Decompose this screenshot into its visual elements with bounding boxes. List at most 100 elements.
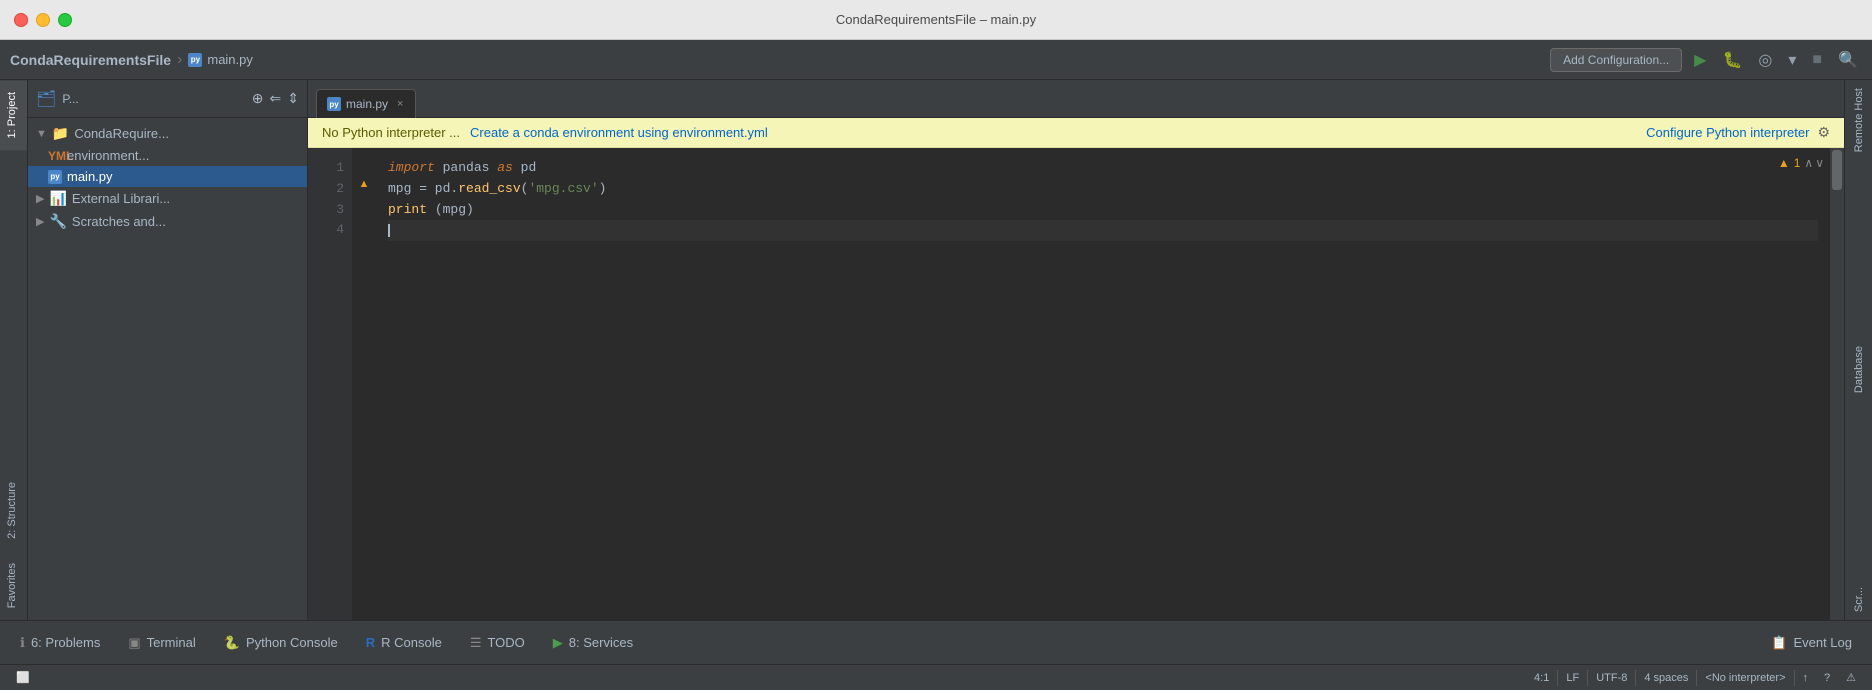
sidebar-item-project[interactable]: 1: Project	[0, 80, 27, 150]
search-button[interactable]: 🔍	[1834, 48, 1862, 72]
line-separator[interactable]: LF	[1558, 672, 1587, 684]
string-mpg-csv: 'mpg.csv'	[528, 181, 598, 196]
collapse-arrow-icon: ▶	[36, 192, 44, 205]
line-number-1: 1	[308, 158, 344, 179]
tree-item-external-libs[interactable]: ▶ 📊 External Librari...	[28, 187, 307, 210]
coverage-button[interactable]: ◎	[1754, 48, 1776, 72]
database-tab[interactable]: Database	[1849, 338, 1869, 401]
create-conda-link[interactable]: Create a conda environment using environ…	[470, 125, 768, 140]
scrollbar-thumb[interactable]	[1832, 150, 1842, 190]
bottom-tab-label: R Console	[381, 635, 442, 650]
bottom-toolbar: ℹ 6: Problems ▣ Terminal 🐍 Python Consol…	[0, 620, 1872, 664]
indent-setting[interactable]: 4 spaces	[1636, 672, 1696, 684]
panel-header-actions: ⊕ ⇐ ⇕	[252, 90, 299, 107]
alert-icon: ⚠	[1846, 671, 1856, 684]
sidebar-item-structure[interactable]: 2: Structure	[0, 470, 27, 551]
window-controls[interactable]	[14, 13, 72, 27]
code-line-2: mpg = pd.read_csv('mpg.csv')	[388, 179, 1818, 200]
tree-item-mainpy[interactable]: py main.py	[28, 166, 307, 187]
breadcrumb-file-name: main.py	[207, 52, 253, 67]
status-bar: ⬜ 4:1 LF UTF-8 4 spaces <No interpreter>…	[0, 664, 1872, 690]
text-cursor	[388, 224, 390, 237]
notification-actions: Configure Python interpreter ⚙	[1646, 124, 1830, 141]
panel-add-icon[interactable]: ⊕	[252, 90, 264, 107]
keyword-import: import	[388, 160, 435, 175]
add-configuration-button[interactable]: Add Configuration...	[1550, 48, 1682, 72]
main-toolbar: CondaRequirementsFile › py main.py Add C…	[0, 40, 1872, 80]
editor-tab-mainpy[interactable]: py main.py ×	[316, 89, 416, 118]
close-button[interactable]	[14, 13, 28, 27]
maximize-button[interactable]	[58, 13, 72, 27]
lib-icon: 📊	[49, 190, 66, 207]
function-read-csv: read_csv	[458, 181, 520, 196]
tree-item-label: main.py	[67, 169, 113, 184]
status-expand-button[interactable]: ⬜	[8, 665, 38, 690]
warning-nav-down-icon[interactable]: ∨	[1815, 156, 1824, 170]
tree-item-label: External Librari...	[72, 191, 170, 206]
project-breadcrumb[interactable]: CondaRequirementsFile	[10, 52, 171, 68]
warning-nav-arrows[interactable]: ∧ ∨	[1804, 156, 1824, 170]
run-button[interactable]: ▶	[1690, 48, 1710, 72]
bottom-tab-label: 6: Problems	[31, 635, 100, 650]
todo-icon: ☰	[470, 635, 482, 651]
bottom-tab-label: Python Console	[246, 635, 338, 650]
tab-close-button[interactable]: ×	[397, 98, 403, 110]
bottom-tab-label: Terminal	[147, 635, 196, 650]
file-breadcrumb: py main.py	[188, 52, 253, 67]
minimize-button[interactable]	[36, 13, 50, 27]
bottom-tab-label: 8: Services	[569, 635, 633, 650]
bottom-tab-event-log[interactable]: 📋 Event Log	[1757, 629, 1866, 657]
alert-icon-btn[interactable]: ⚠	[1838, 671, 1864, 684]
line-number-2: 2	[308, 179, 344, 200]
tree-item-root[interactable]: ▼ 📁 CondaRequire...	[28, 122, 307, 145]
bottom-tab-r-console[interactable]: R R Console	[352, 629, 456, 656]
scratches-icon: 🔧	[49, 213, 66, 230]
tab-py-icon: py	[327, 97, 341, 111]
warning-count: 1	[1794, 156, 1801, 170]
stop-button[interactable]: ■	[1808, 49, 1826, 71]
notification-bar: No Python interpreter ... Create a conda…	[308, 118, 1844, 148]
breadcrumb-separator: ›	[177, 51, 182, 69]
upload-icon-btn[interactable]: ↑	[1795, 672, 1817, 684]
code-line-4	[388, 220, 1818, 241]
bottom-tab-label: Event Log	[1793, 635, 1852, 650]
expand-icon: ⬜	[16, 671, 30, 684]
tab-label: main.py	[346, 97, 388, 111]
upload-icon: ↑	[1803, 672, 1809, 684]
tree-item-scratches[interactable]: ▶ 🔧 Scratches and...	[28, 210, 307, 233]
cursor-position[interactable]: 4:1	[1526, 672, 1557, 684]
function-print: print	[388, 202, 427, 217]
panel-collapse-icon[interactable]: ⇕	[287, 90, 299, 107]
yaml-file-icon: YML	[48, 149, 62, 163]
bottom-tab-services[interactable]: ▶ 8: Services	[539, 629, 647, 657]
warning-line-3	[356, 193, 372, 211]
warning-nav-up-icon[interactable]: ∧	[1804, 156, 1813, 170]
sidebar-item-favorites[interactable]: Favorites	[0, 551, 27, 620]
code-editor[interactable]: ▲ 1 ∧ ∨ 1 2 3 4 ▲ import pa	[308, 148, 1844, 620]
warning-gutter: ▲	[352, 148, 376, 620]
vertical-scrollbar[interactable]	[1830, 148, 1844, 620]
scratches-right-tab[interactable]: Scr...	[1849, 579, 1869, 620]
project-panel-header: 🗂 P... ⊕ ⇐ ⇕	[28, 80, 307, 118]
debug-button[interactable]: 🐛	[1718, 48, 1746, 72]
bottom-tab-todo[interactable]: ☰ TODO	[456, 629, 539, 657]
line-number-3: 3	[308, 200, 344, 221]
warning-badge: ▲ 1 ∧ ∨	[1778, 156, 1824, 170]
notification-gear-icon[interactable]: ⚙	[1817, 124, 1830, 141]
remote-host-tab[interactable]: Remote Host	[1849, 80, 1869, 160]
bottom-tab-terminal[interactable]: ▣ Terminal	[114, 629, 209, 657]
encoding[interactable]: UTF-8	[1588, 672, 1635, 684]
interpreter-status[interactable]: <No interpreter>	[1697, 672, 1793, 684]
warning-line-1	[356, 158, 372, 176]
help-icon-btn[interactable]: ?	[1816, 672, 1838, 684]
run-dropdown-icon[interactable]: ▾	[1784, 48, 1800, 72]
code-content[interactable]: import pandas as pd mpg = pd.read_csv('m…	[376, 148, 1830, 620]
tree-item-label: environment...	[67, 148, 149, 163]
panel-scroll-icon[interactable]: ⇐	[270, 90, 282, 107]
bottom-tab-problems[interactable]: ℹ 6: Problems	[6, 629, 114, 657]
bottom-tab-python-console[interactable]: 🐍 Python Console	[210, 629, 352, 657]
configure-interpreter-link[interactable]: Configure Python interpreter	[1646, 125, 1809, 140]
py-file-icon: py	[188, 53, 202, 67]
problems-icon: ℹ	[20, 635, 25, 651]
tree-item-yaml[interactable]: YML environment...	[28, 145, 307, 166]
